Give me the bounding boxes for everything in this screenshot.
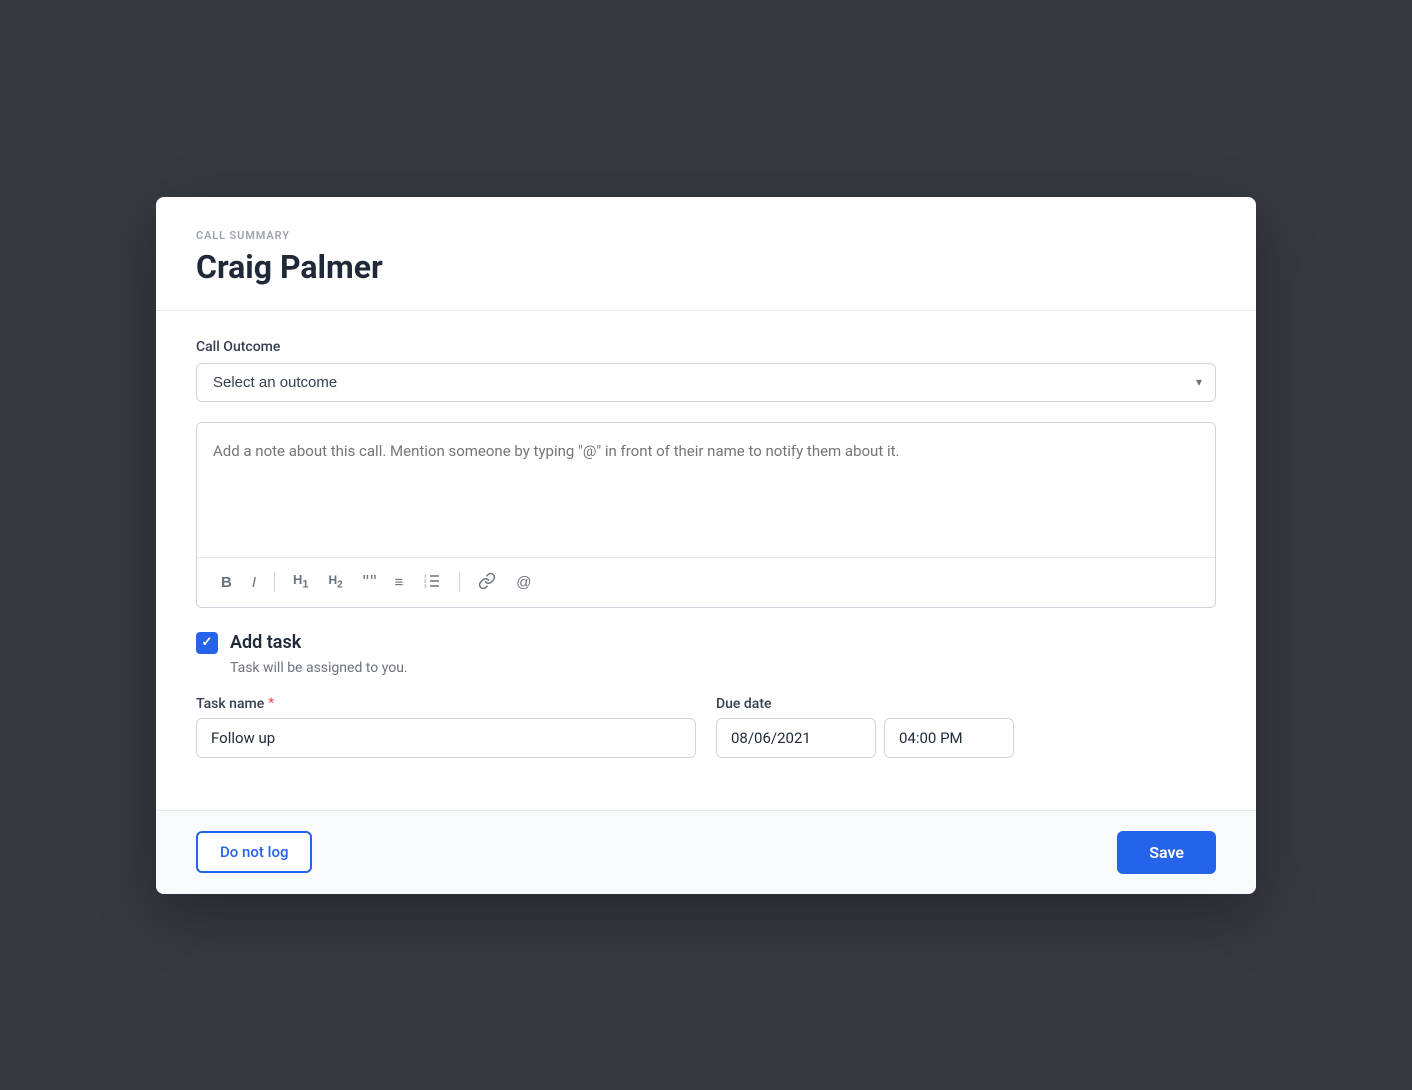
date-time-fields [716,718,1216,758]
add-task-header: ✓ Add task [196,632,1216,654]
modal-header: CALL SUMMARY Craig Palmer [156,197,1256,311]
note-toolbar: B I H1 H2 " " ≡ 1 2 3 [197,557,1215,607]
call-outcome-label: Call Outcome [196,339,1216,355]
task-assigned-text: Task will be assigned to you. [230,660,1216,676]
required-indicator: * [268,696,274,711]
task-fields: Task name * Due date [196,696,1216,758]
add-task-section: ✓ Add task Task will be assigned to you.… [196,632,1216,758]
due-date-input[interactable] [716,718,876,758]
link-button[interactable] [470,568,504,597]
bold-button[interactable]: B [213,571,240,594]
modal-footer: Do not log Save [156,810,1256,894]
svg-text:3: 3 [424,583,427,588]
call-outcome-select[interactable]: Select an outcome [196,363,1216,402]
due-date-label: Due date [716,696,1216,712]
quote-button[interactable]: " " [355,569,383,595]
call-summary-modal: CALL SUMMARY Craig Palmer Call Outcome S… [156,197,1256,894]
bullet-list-button[interactable]: ≡ [386,571,411,594]
toolbar-divider-2 [459,572,460,592]
ordered-list-button[interactable]: 1 2 3 [415,568,449,597]
mention-button[interactable]: @ [508,571,539,594]
note-editor: B I H1 H2 " " ≡ 1 2 3 [196,422,1216,608]
modal-header-label: CALL SUMMARY [196,229,1216,242]
modal-title: Craig Palmer [196,248,1216,286]
checkmark-icon: ✓ [202,635,213,650]
h1-button[interactable]: H1 [285,569,316,594]
call-outcome-select-wrapper: Select an outcome ▾ [196,363,1216,402]
save-button[interactable]: Save [1117,831,1216,874]
h2-button[interactable]: H2 [320,570,350,594]
note-textarea[interactable] [197,423,1215,553]
task-name-label: Task name * [196,696,696,712]
task-due-date-field-group: Due date [716,696,1216,758]
due-time-input[interactable] [884,718,1014,758]
toolbar-divider-1 [274,572,275,592]
task-name-field-group: Task name * [196,696,696,758]
task-name-input[interactable] [196,718,696,758]
add-task-checkbox[interactable]: ✓ [196,632,218,654]
modal-body: Call Outcome Select an outcome ▾ B I H1 … [156,311,1256,810]
do-not-log-button[interactable]: Do not log [196,831,312,873]
add-task-label: Add task [230,632,301,653]
italic-button[interactable]: I [244,571,264,594]
